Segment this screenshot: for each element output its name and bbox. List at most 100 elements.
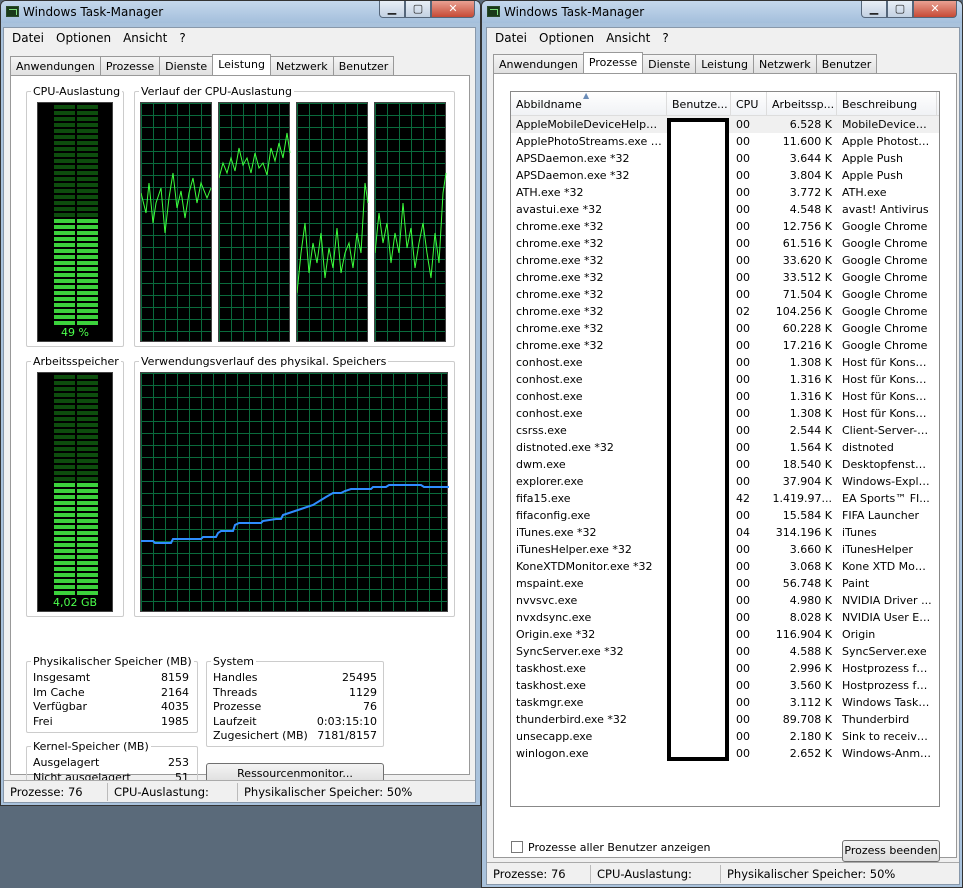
stat-value: 0:03:15:10	[316, 714, 377, 728]
meter-segment	[77, 543, 98, 547]
process-cpu: 00	[736, 135, 750, 148]
minimize-button[interactable]: ▁	[861, 1, 887, 18]
system-group: System Handles 25495 Threads 1129 Prozesse…	[206, 655, 384, 747]
tab-anwendungen[interactable]: Anwendungen	[10, 56, 101, 75]
column-header-user[interactable]: Benutze...	[667, 92, 731, 115]
meter-segment	[77, 141, 98, 145]
process-cpu: 00	[736, 679, 750, 692]
title-bar[interactable]: Windows Task-Manager ▁ ▢ ✕	[482, 1, 962, 23]
maximize-button[interactable]: ▢	[887, 1, 913, 18]
column-header-cpu[interactable]: CPU	[731, 92, 767, 115]
meter-segment	[77, 285, 98, 289]
minimize-button[interactable]: ▁	[379, 1, 405, 18]
meter-segment	[54, 111, 75, 115]
user-column-redaction	[667, 118, 729, 761]
process-cpu: 00	[736, 441, 750, 454]
process-memory: 4.548 K	[789, 203, 832, 216]
meter-segment	[77, 483, 98, 487]
meter-segment	[54, 249, 75, 253]
process-memory: 15.584 K	[782, 509, 832, 522]
process-cpu: 00	[736, 611, 750, 624]
process-cpu: 00	[736, 390, 750, 403]
process-description: Windows-Explorer	[842, 475, 937, 488]
process-memory: 2.652 K	[789, 747, 832, 760]
meter-segment	[54, 129, 75, 133]
maximize-button[interactable]: ▢	[405, 1, 431, 18]
process-cpu: 00	[736, 543, 750, 556]
tab-dienste[interactable]: Dienste	[642, 54, 697, 73]
tab-prozesse[interactable]: Prozesse	[582, 52, 644, 73]
window-title: Windows Task-Manager	[23, 5, 164, 19]
meter-segment	[54, 201, 75, 205]
menu-ansicht[interactable]: Ansicht	[117, 31, 173, 45]
meter-segment	[77, 387, 98, 391]
tab-benutzer[interactable]: Benutzer	[332, 56, 395, 75]
tab-benutzer[interactable]: Benutzer	[815, 54, 878, 73]
memory-history-label: Verwendungsverlauf des physikal. Speiche…	[139, 355, 389, 368]
column-header-description[interactable]: Beschreibung	[837, 92, 937, 115]
process-name: taskhost.exe	[516, 662, 586, 675]
menu-help[interactable]: ?	[173, 31, 191, 45]
process-memory: 1.316 K	[789, 390, 832, 403]
process-memory: 60.228 K	[782, 322, 832, 335]
close-button[interactable]: ✕	[913, 1, 957, 18]
process-description: EA Sports™ FI...	[842, 492, 930, 505]
menu-datei[interactable]: Datei	[489, 31, 533, 45]
meter-segment	[77, 189, 98, 193]
meter-segment	[77, 381, 98, 385]
physical-memory-title: Physikalischer Speicher (MB)	[31, 655, 194, 668]
system-title: System	[211, 655, 257, 668]
menu-ansicht[interactable]: Ansicht	[600, 31, 656, 45]
meter-segment	[54, 483, 75, 487]
process-name: chrome.exe *32	[516, 339, 604, 352]
process-name: nvxdsync.exe	[516, 611, 592, 624]
close-button[interactable]: ✕	[431, 1, 475, 18]
stat-label: Frei	[33, 714, 53, 728]
process-description: Sink to receive ...	[842, 730, 937, 743]
meter-segment	[54, 531, 75, 535]
cpu-usage-group: CPU-Auslastung 49 %	[26, 85, 124, 347]
process-description: Hostprozess fü...	[842, 679, 934, 692]
tab-leistung[interactable]: Leistung	[695, 54, 754, 73]
menu-optionen[interactable]: Optionen	[50, 31, 117, 45]
meter-segment	[54, 105, 75, 109]
tab-prozesse[interactable]: Prozesse	[99, 56, 161, 75]
meter-segment	[54, 489, 75, 493]
cpu-history-graph-1	[140, 102, 212, 342]
meter-segment	[77, 399, 98, 403]
process-cpu: 00	[736, 237, 750, 250]
meter-segment	[77, 459, 98, 463]
menu-datei[interactable]: Datei	[6, 31, 50, 45]
tab-dienste[interactable]: Dienste	[159, 56, 214, 75]
title-bar[interactable]: Windows Task-Manager ▁ ▢ ✕	[1, 1, 480, 23]
meter-segment	[77, 105, 98, 109]
tab-netzwerk[interactable]: Netzwerk	[269, 56, 334, 75]
meter-segment	[54, 231, 75, 235]
meter-segment	[77, 561, 98, 565]
meter-segment	[77, 117, 98, 121]
process-list[interactable]: Abbildname ▲ Benutze... CPU Arbeitssp... …	[510, 91, 940, 807]
tab-netzwerk[interactable]: Netzwerk	[752, 54, 817, 73]
task-manager-window-processes: Windows Task-Manager ▁ ▢ ✕ Datei Optione…	[481, 0, 963, 888]
meter-segment	[54, 135, 75, 139]
column-header-image-name[interactable]: Abbildname ▲	[511, 92, 667, 115]
tab-leistung[interactable]: Leistung	[212, 54, 271, 75]
meter-segment	[54, 405, 75, 409]
performance-panel: CPU-Auslastung 49 % Verlauf der CPU-Ausl…	[10, 75, 470, 788]
end-process-button[interactable]: Prozess beenden	[842, 840, 940, 862]
meter-segment	[54, 471, 75, 475]
memory-label: Arbeitsspeicher	[31, 355, 121, 368]
menu-optionen[interactable]: Optionen	[533, 31, 600, 45]
process-cpu: 00	[736, 662, 750, 675]
meter-segment	[77, 243, 98, 247]
process-cpu: 00	[736, 288, 750, 301]
menu-help[interactable]: ?	[656, 31, 674, 45]
meter-segment	[77, 135, 98, 139]
cpu-history-graph-3	[296, 102, 369, 342]
tab-anwendungen[interactable]: Anwendungen	[493, 54, 584, 73]
show-all-users-checkbox[interactable]	[511, 841, 523, 853]
stat-label: Handles	[213, 671, 258, 684]
cpu-history-graph-2	[218, 102, 291, 342]
process-cpu: 00	[736, 458, 750, 471]
column-header-memory[interactable]: Arbeitssp...	[767, 92, 837, 115]
